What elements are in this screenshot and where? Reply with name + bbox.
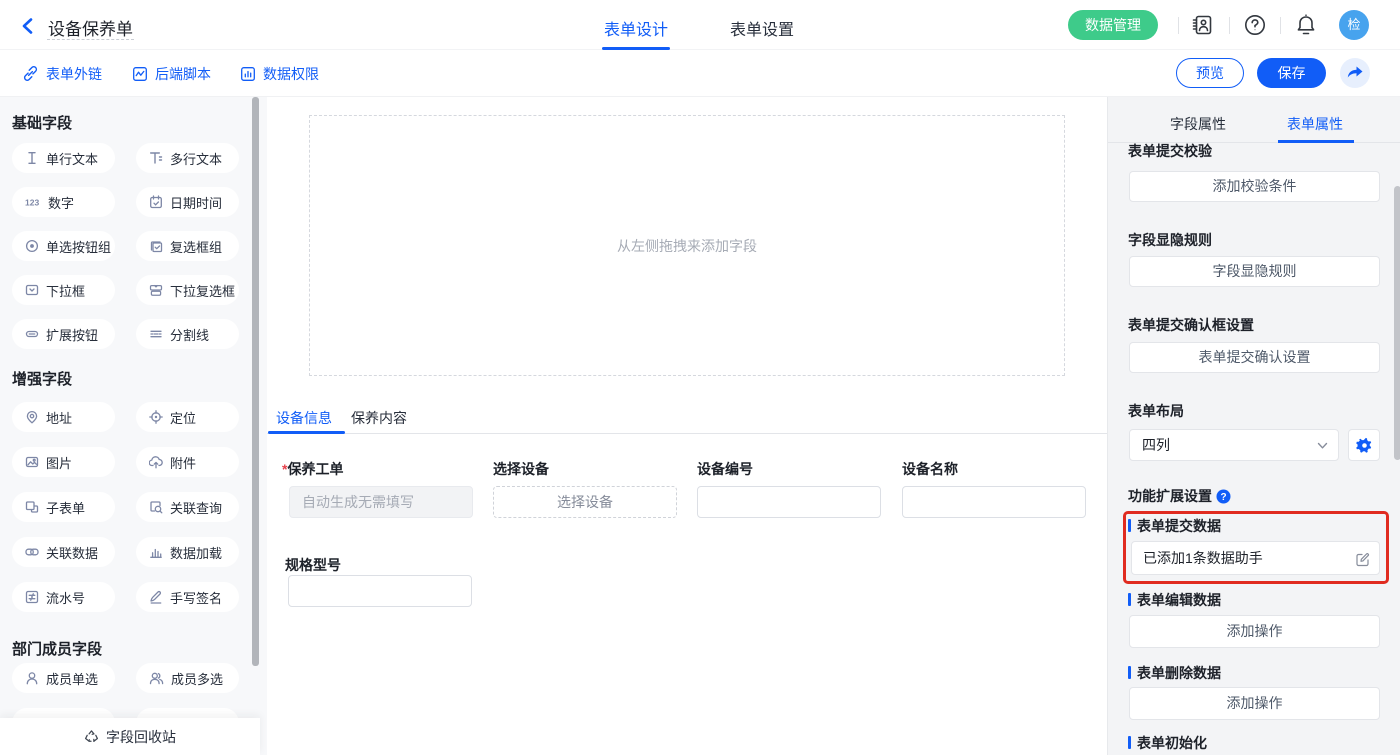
svg-text:?: ?	[1220, 492, 1226, 503]
svg-text:123: 123	[25, 198, 39, 208]
